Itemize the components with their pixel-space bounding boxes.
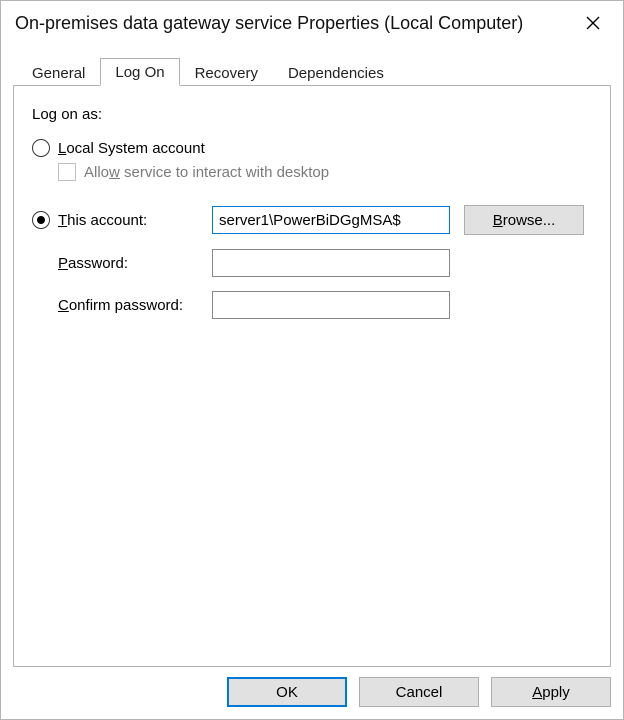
confirm-password-label-col: Confirm password:	[32, 297, 212, 314]
radio-local-system[interactable]	[32, 139, 50, 157]
dialog-footer: OK Cancel Apply	[13, 667, 611, 707]
browse-button[interactable]: Browse...	[464, 205, 584, 235]
close-icon	[586, 16, 600, 30]
tab-logon[interactable]: Log On	[100, 58, 179, 86]
apply-button[interactable]: Apply	[491, 677, 611, 707]
checkbox-allow-interact	[58, 163, 76, 181]
cancel-button[interactable]: Cancel	[359, 677, 479, 707]
account-input[interactable]	[212, 206, 450, 234]
window-title: On-premises data gateway service Propert…	[15, 13, 573, 34]
this-account-row: This account: Browse...	[32, 205, 592, 235]
tabs: General Log On Recovery Dependencies Log…	[13, 57, 611, 667]
password-label-col: Password:	[32, 255, 212, 272]
allow-interact-option: Allow service to interact with desktop	[58, 163, 592, 181]
confirm-password-input[interactable]	[212, 291, 450, 319]
local-system-option[interactable]: Local System account	[32, 139, 592, 157]
tabstrip: General Log On Recovery Dependencies	[13, 57, 611, 85]
close-button[interactable]	[573, 7, 613, 39]
titlebar: On-premises data gateway service Propert…	[1, 1, 623, 43]
radio-this-account[interactable]	[32, 211, 50, 229]
this-account-label: This account:	[58, 212, 147, 229]
local-system-label: Local System account	[58, 140, 205, 157]
password-label: Password:	[58, 255, 128, 272]
this-account-option[interactable]: This account:	[32, 211, 212, 229]
tab-recovery[interactable]: Recovery	[180, 59, 273, 86]
client-area: General Log On Recovery Dependencies Log…	[1, 43, 623, 719]
properties-dialog: On-premises data gateway service Propert…	[0, 0, 624, 720]
tab-general[interactable]: General	[17, 59, 100, 86]
tab-dependencies[interactable]: Dependencies	[273, 59, 399, 86]
confirm-password-row: Confirm password:	[32, 291, 592, 319]
password-row: Password:	[32, 249, 592, 277]
allow-interact-label: Allow service to interact with desktop	[84, 164, 329, 181]
logon-as-label: Log on as:	[32, 106, 592, 123]
tab-panel-logon: Log on as: Local System account Allow se…	[13, 85, 611, 667]
confirm-password-label: Confirm password:	[58, 297, 183, 314]
password-input[interactable]	[212, 249, 450, 277]
ok-button[interactable]: OK	[227, 677, 347, 707]
